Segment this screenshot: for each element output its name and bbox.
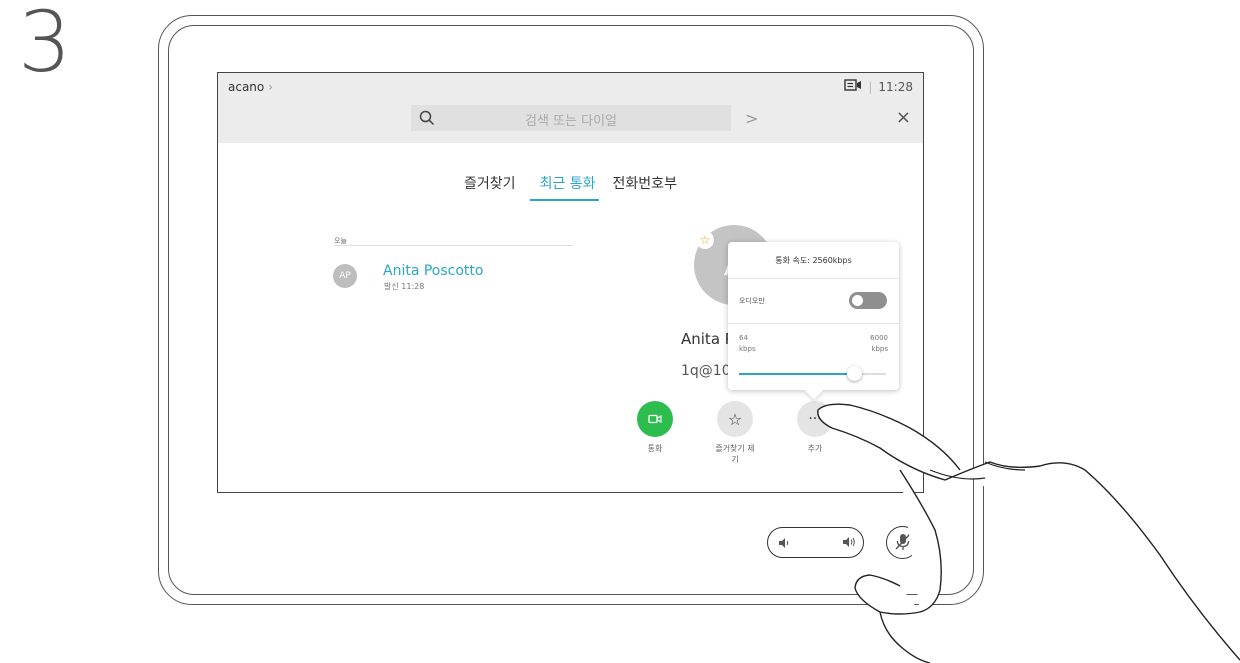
- contact-name: Anita Poscotto: [383, 263, 484, 279]
- contact-detail-name: Anita P: [681, 330, 734, 348]
- microphone-mute-button[interactable]: [886, 526, 919, 559]
- contact-detail-address: 1q@10: [681, 363, 731, 379]
- microphone-muted-icon: [894, 532, 912, 556]
- toggle-knob: [852, 295, 863, 306]
- rate-min: 64 kbps: [739, 333, 756, 355]
- tab-bar: 즐거찾기 최근 통화 전화번호부: [218, 173, 923, 201]
- call-detail: 발신 11:28: [384, 282, 425, 291]
- separator: |: [868, 79, 873, 94]
- more-button[interactable]: ··· 추가: [770, 401, 860, 454]
- remove-favorite-label: 즐거찾기 제 기: [715, 444, 755, 465]
- tab-favorites[interactable]: 즐거찾기: [464, 173, 516, 201]
- call-label: 통화: [647, 444, 663, 453]
- more-label: 추가: [807, 444, 823, 453]
- rate-min-value: 64: [739, 334, 748, 342]
- slider-handle[interactable]: [846, 366, 862, 381]
- brand-name: acano: [228, 80, 265, 94]
- video-camera-icon: [637, 401, 673, 437]
- divider: [334, 245, 572, 246]
- rate-max-value: 6000: [870, 334, 888, 342]
- call-rate-popover: 통화 속도: 2560kbps 오디오만 64 kbps 6000 kbps: [728, 242, 899, 390]
- audio-only-label: 오디오만: [739, 297, 765, 305]
- volume-down-icon[interactable]: [777, 535, 791, 554]
- tab-recent-calls[interactable]: 최근 통화: [529, 173, 599, 201]
- call-rate-slider[interactable]: [739, 366, 886, 381]
- search-placeholder: 검색 또는 다이얼: [525, 114, 617, 129]
- top-bar: acano › | 11:28 검색 또는 다이얼 > ×: [218, 73, 923, 143]
- touch-screen: acano › | 11:28 검색 또는 다이얼 > × 즐거찾기 최근 통화…: [217, 72, 924, 493]
- rate-max-unit: kbps: [871, 345, 888, 354]
- chevron-right-icon: ›: [268, 80, 273, 94]
- avatar: AP: [333, 264, 357, 288]
- divider: [728, 278, 899, 279]
- divider: [728, 323, 899, 324]
- star-icon: ☆: [717, 401, 753, 437]
- volume-up-icon[interactable]: [841, 534, 857, 554]
- rate-max: 6000 kbps: [870, 333, 888, 355]
- status-area: | 11:28: [844, 79, 913, 94]
- remove-favorite-button[interactable]: ☆ 즐거찾기 제 기: [690, 401, 780, 465]
- audio-only-toggle[interactable]: [849, 292, 887, 309]
- call-button[interactable]: 통화: [610, 401, 700, 454]
- star-icon: ☆: [696, 231, 714, 249]
- tab-directory[interactable]: 전화번호부: [613, 173, 677, 201]
- volume-control[interactable]: [767, 527, 864, 558]
- more-icon: ···: [797, 401, 833, 437]
- brand-breadcrumb[interactable]: acano ›: [228, 80, 273, 94]
- search-input[interactable]: 검색 또는 다이얼: [411, 105, 731, 131]
- step-number: 3: [18, 0, 72, 91]
- call-rate-title: 통화 속도: 2560kbps: [775, 256, 852, 265]
- clock-time: 11:28: [878, 79, 913, 94]
- rate-min-unit: kbps: [739, 345, 756, 354]
- screen-share-icon[interactable]: [844, 79, 862, 94]
- slider-fill: [739, 373, 854, 375]
- search-next-icon[interactable]: >: [745, 109, 758, 128]
- close-icon[interactable]: ×: [896, 107, 911, 128]
